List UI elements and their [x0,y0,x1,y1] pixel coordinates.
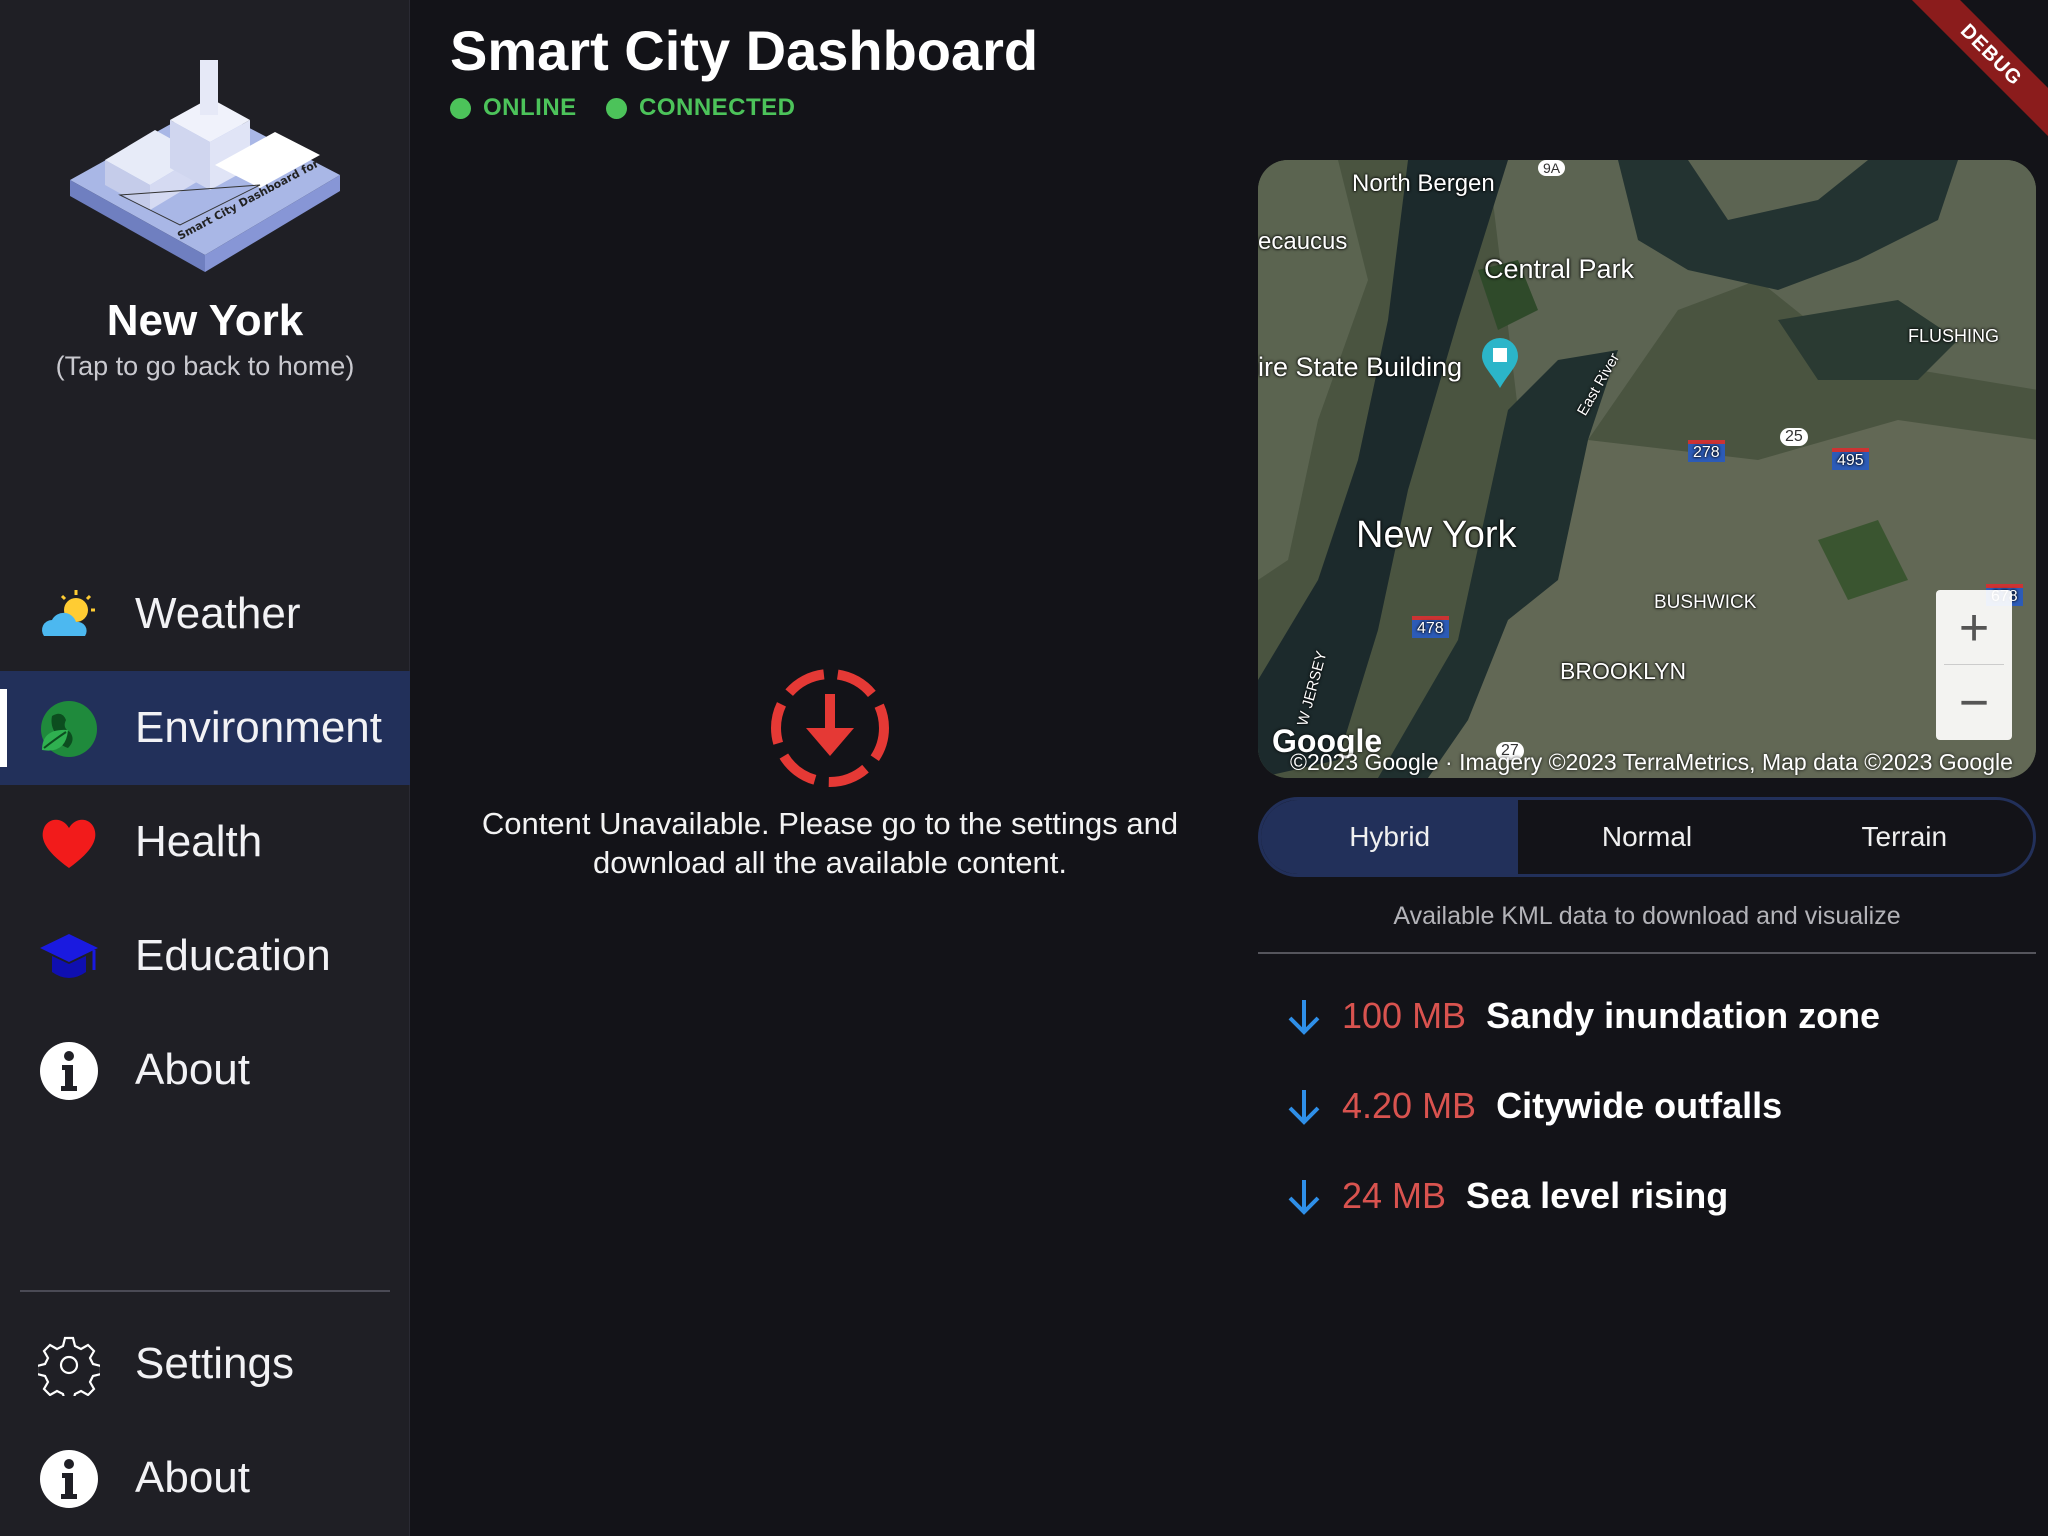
route-278-badge: 278 [1688,440,1725,462]
map-label-new-york: New York [1356,514,1517,556]
kml-name: Citywide outfalls [1496,1085,1783,1126]
map-label-brooklyn: BROOKLYN [1560,658,1687,684]
sidebar-item-about[interactable]: About [0,1013,410,1127]
map-label-north-bergen: North Bergen [1352,170,1495,197]
map-label-empire-state: ire State Building [1258,352,1463,382]
satellite-imagery [1258,160,2036,778]
landmark-pin-icon[interactable] [1480,336,1520,390]
kml-item-sea-level-rising[interactable]: 24 MB Sea level rising [1282,1166,1728,1226]
content-unavailable-message: Content Unavailable. Please go to the se… [481,806,1179,880]
sidebar-item-education[interactable]: Education [0,899,410,1013]
map-label-secaucus: ecaucus [1258,228,1348,255]
map-type-hybrid[interactable]: Hybrid [1261,800,1519,874]
map-label-central-park: Central Park [1484,254,1635,284]
status-dot [450,97,471,119]
sidebar: Smart City Dashboard for New York (Tap t… [0,0,410,1536]
kml-name: Sea level rising [1466,1175,1729,1216]
page-title: Smart City Dashboard [450,19,1039,82]
kml-item-citywide-outfalls[interactable]: 4.20 MB Citywide outfalls [1282,1076,1782,1136]
map-zoom-control: + − [1936,590,2012,740]
city-home-hint[interactable]: (Tap to go back to home) [0,351,410,382]
sidebar-item-label: Health [135,817,263,866]
route-495-badge: 495 [1832,448,1869,470]
download-dashed-icon [771,669,889,787]
route-25-badge: 25 [1780,428,1808,446]
map-label-bushwick: BUSHWICK [1654,592,1757,613]
city-logo[interactable]: Smart City Dashboard for [60,50,350,280]
sidebar-item-label: Education [135,931,331,980]
gear-icon [38,1336,100,1396]
zoom-in-button[interactable]: + [1936,590,2012,665]
info-icon [40,1042,98,1100]
sidebar-item-label: About [135,1045,250,1094]
info-icon [40,1450,98,1508]
status-connected-label: CONNECTED [639,94,796,121]
weather-icon [42,590,95,636]
environment-icon [41,701,97,757]
zoom-out-button[interactable]: − [1936,665,2012,740]
heart-icon [42,819,96,868]
status-online: ONLINE [450,94,577,122]
download-arrow-icon[interactable] [1282,1174,1326,1218]
download-arrow-icon[interactable] [1282,994,1326,1038]
route-9a-badge: 9A [1538,160,1566,176]
status-dot [606,97,627,119]
sidebar-item-settings[interactable]: Settings [0,1307,410,1421]
sidebar-item-health[interactable]: Health [0,785,410,899]
sidebar-item-label: About [135,1453,250,1502]
map-type-terrain[interactable]: Terrain [1776,800,2033,874]
kml-divider [1258,952,2036,954]
status-connected: CONNECTED [606,94,796,122]
download-arrow-icon[interactable] [1282,1084,1326,1128]
sidebar-item-label: Weather [135,589,301,638]
debug-banner: DEBUG [1897,0,2048,149]
map-label-flushing: FLUSHING [1908,326,2000,346]
sidebar-item-label: Settings [135,1339,294,1388]
map-copyright: ©2023 Google · Imagery ©2023 TerraMetric… [1290,749,2013,775]
kml-name: Sandy inundation zone [1486,995,1881,1036]
route-478-badge: 478 [1412,616,1449,638]
graduation-cap-icon [40,934,98,978]
map-view[interactable]: North Bergen ecaucus Central Park ire St… [1258,160,2036,778]
sidebar-item-about-footer[interactable]: About [0,1421,410,1535]
map-type-selector: Hybrid Normal Terrain [1258,797,2036,877]
kml-caption: Available KML data to download and visua… [1393,902,1901,930]
map-type-normal[interactable]: Normal [1518,800,1775,874]
kml-size: 24 MB [1342,1175,1447,1216]
sidebar-item-weather[interactable]: Weather [0,557,410,671]
sidebar-item-label: Environment [135,703,383,752]
kml-item-sandy-inundation[interactable]: 100 MB Sandy inundation zone [1282,986,1880,1046]
kml-size: 4.20 MB [1342,1085,1477,1126]
sidebar-divider [20,1290,390,1292]
sidebar-item-environment[interactable]: Environment [0,671,410,785]
kml-size: 100 MB [1342,995,1467,1036]
city-name[interactable]: New York [0,296,410,346]
status-online-label: ONLINE [483,94,577,121]
